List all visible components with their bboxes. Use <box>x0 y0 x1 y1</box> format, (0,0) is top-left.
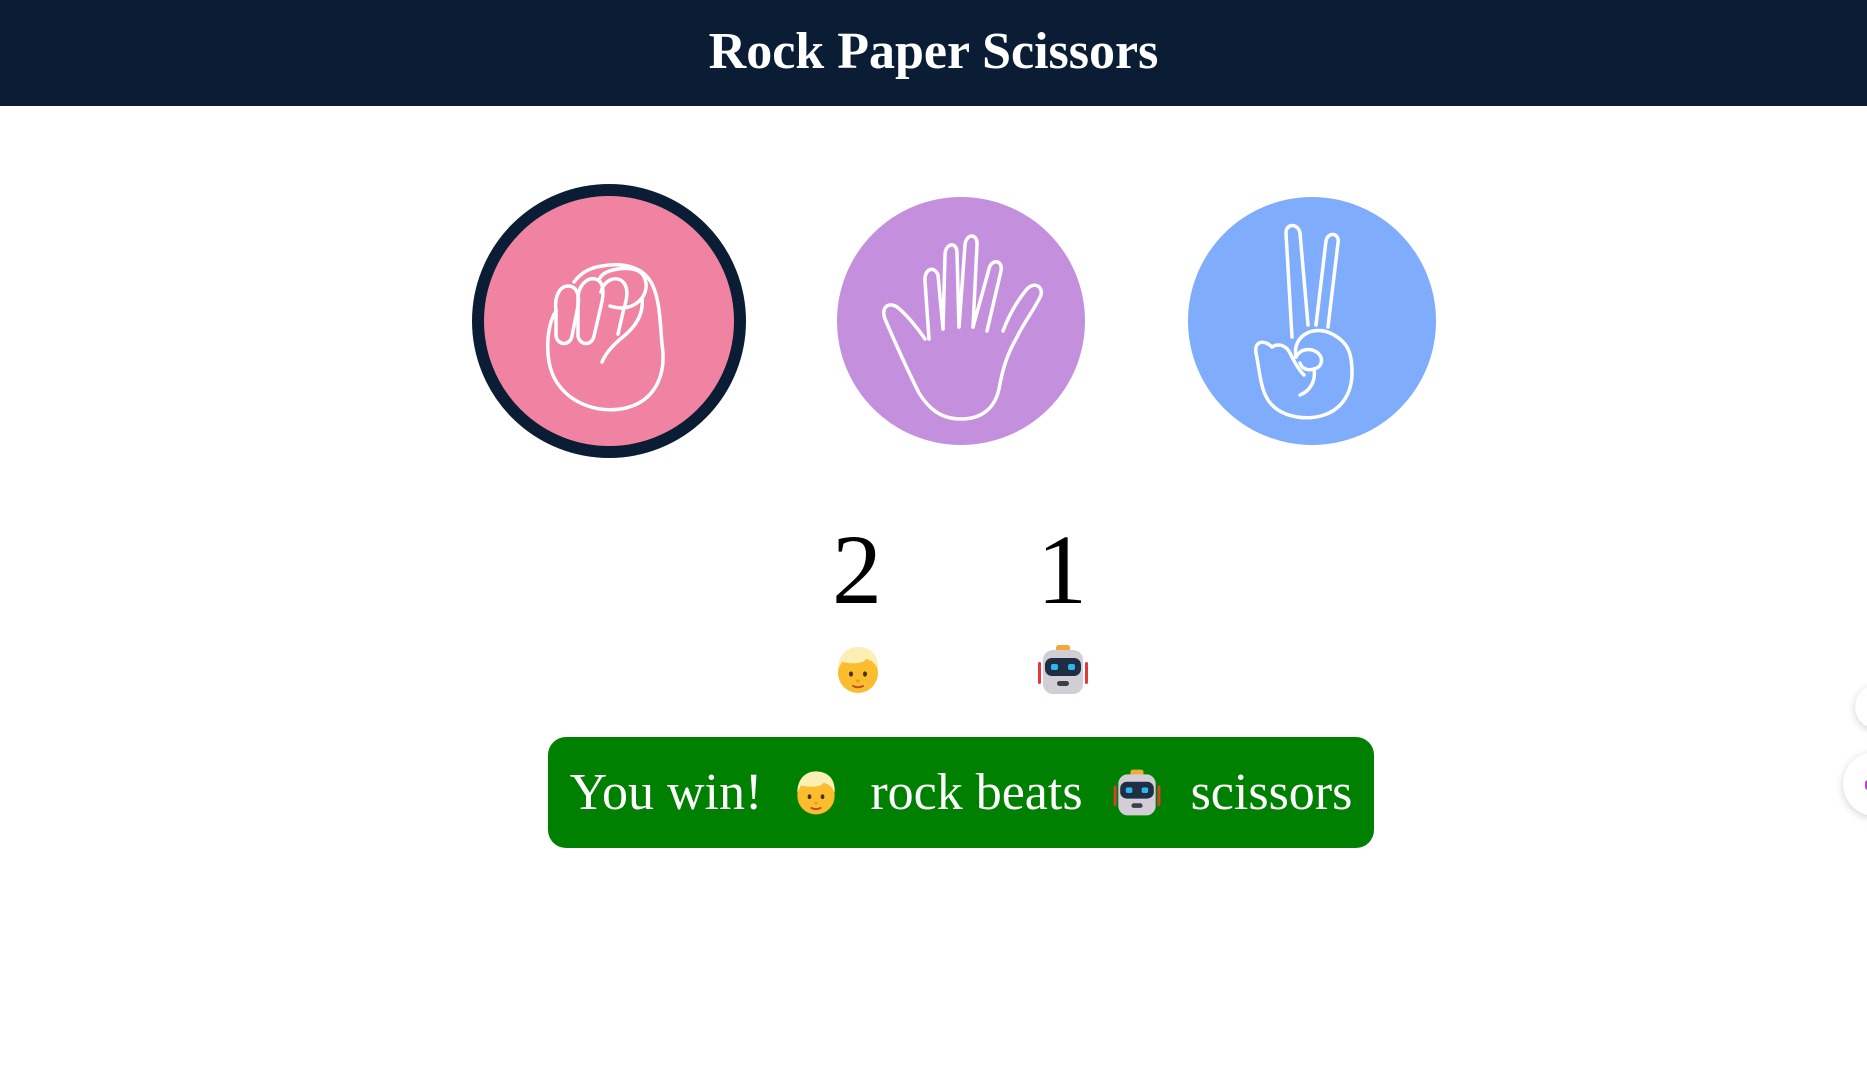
victory-hand-icon <box>1254 223 1354 420</box>
robot-face-icon <box>1038 645 1088 694</box>
result-banner: You win! rock beats scissors <box>548 737 1374 848</box>
paper-choice-button[interactable] <box>837 197 1085 445</box>
robot-face-icon <box>1113 769 1160 815</box>
rock-choice-button[interactable] <box>472 184 746 458</box>
player-score: 2 <box>832 514 882 625</box>
fist-icon <box>546 263 665 412</box>
computer-score: 1 <box>1037 514 1087 625</box>
result-message: You win! <box>569 764 763 821</box>
side-floating-button[interactable] <box>1855 685 1867 729</box>
side-floating-button[interactable] <box>1843 752 1867 816</box>
open-hand-icon <box>882 234 1044 421</box>
person-face-icon <box>796 770 837 815</box>
person-face-icon <box>837 645 880 694</box>
result-computer-choice: scissors <box>1190 764 1353 821</box>
scissors-choice-button[interactable] <box>1188 197 1436 445</box>
app-header: Rock Paper Scissors <box>0 0 1867 106</box>
result-verb: beats <box>975 764 1083 821</box>
result-player-choice: rock <box>870 764 963 821</box>
page-title: Rock Paper Scissors <box>708 23 1159 80</box>
